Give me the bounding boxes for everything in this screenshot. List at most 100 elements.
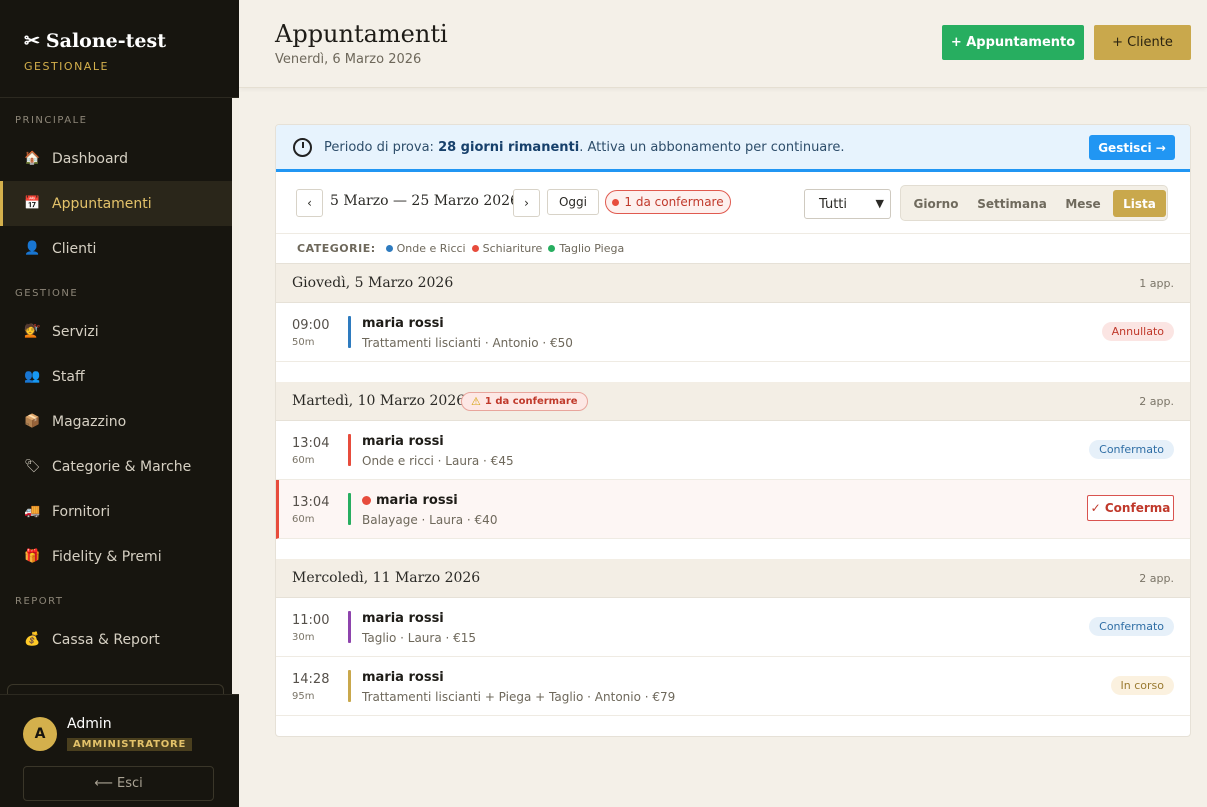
- appointment-duration: 60m: [292, 514, 315, 525]
- calendar-icon: 📅: [24, 196, 41, 211]
- status-badge: In corso: [1110, 676, 1174, 695]
- category-name: Onde e Ricci: [396, 242, 466, 255]
- new-appointment-button[interactable]: + Appuntamento: [942, 25, 1084, 60]
- sidebar-item-label: Fidelity & Premi: [52, 548, 162, 565]
- appointment-details: Onde e ricci · Laura · €45: [362, 454, 514, 468]
- current-date: Venerdì, 6 Marzo 2026: [275, 52, 422, 67]
- category-name: Schiariture: [482, 242, 543, 255]
- logout-button[interactable]: ⟵ Esci: [23, 766, 214, 801]
- client-name: maria rossi: [362, 611, 444, 626]
- day-count: 2 app.: [1139, 572, 1174, 585]
- category-color-bar: [348, 316, 351, 348]
- next-range-button[interactable]: ›: [513, 189, 540, 217]
- appointment-row-pending[interactable]: 13:04 60m maria rossi Balayage · Laura ·…: [276, 480, 1190, 539]
- client-name: maria rossi: [362, 434, 444, 449]
- sidebar-item-cassa[interactable]: 💰 Cassa & Report: [0, 617, 232, 662]
- view-month-button[interactable]: Mese: [1057, 190, 1109, 217]
- category-color-bar: [348, 670, 351, 702]
- trial-days: 28 giorni rimanenti: [438, 139, 580, 155]
- sidebar-item-staff[interactable]: 👥 Staff: [0, 354, 232, 399]
- sidebar-item-appuntamenti[interactable]: 📅 Appuntamenti: [0, 181, 232, 226]
- day-header: Martedì, 10 Marzo 2026 ⚠ 1 da confermare…: [276, 382, 1190, 421]
- manage-subscription-button[interactable]: Gestisci →: [1089, 135, 1175, 160]
- sidebar-item-servizi[interactable]: 💇 Servizi: [0, 309, 232, 354]
- view-day-button[interactable]: Giorno: [905, 190, 967, 217]
- today-button[interactable]: Oggi: [547, 189, 599, 215]
- nav-section-report: REPORT: [15, 596, 64, 607]
- status-badge: Confermato: [1089, 440, 1174, 459]
- appointment-row[interactable]: 13:04 60m maria rossi Onde e ricci · Lau…: [276, 421, 1190, 480]
- pending-filter-button[interactable]: 1 da confermare: [605, 190, 731, 214]
- select-value: Tutti: [819, 196, 848, 212]
- staff-filter-select[interactable]: Tutti ▼: [804, 189, 891, 219]
- nav-section-gestione: GESTIONE: [15, 288, 79, 299]
- trial-prefix: Periodo di prova:: [324, 139, 439, 155]
- sidebar-item-label: Categorie & Marche: [52, 458, 192, 475]
- pending-warning-badge: ⚠ 1 da confermare: [461, 392, 588, 411]
- view-list-button[interactable]: Lista: [1113, 190, 1166, 217]
- prev-range-button[interactable]: ‹: [296, 189, 323, 217]
- avatar: A: [23, 717, 57, 751]
- day-title: Giovedì, 5 Marzo 2026: [292, 275, 454, 291]
- chevron-down-icon: ▼: [875, 197, 884, 210]
- appointment-time: 13:04: [292, 495, 330, 510]
- sidebar-item-label: Fornitori: [52, 503, 111, 520]
- page-header: Appuntamenti Venerdì, 6 Marzo 2026 + App…: [239, 0, 1207, 88]
- scissors-icon: ✂: [24, 30, 40, 52]
- client-name: maria rossi: [376, 493, 458, 508]
- confirm-appointment-button[interactable]: ✓ Conferma: [1087, 495, 1174, 521]
- day-title: Mercoledì, 11 Marzo 2026: [292, 570, 481, 586]
- brand-title[interactable]: ✂ Salone-test: [24, 30, 239, 52]
- pending-dot-icon: [362, 496, 371, 505]
- money-bag-icon: 💰: [24, 632, 41, 647]
- sidebar-item-dashboard[interactable]: 🏠 Dashboard: [0, 136, 232, 181]
- clock-icon: [293, 137, 312, 157]
- categories-label: CATEGORIE:: [297, 242, 376, 255]
- user-icon: 👤: [24, 241, 41, 256]
- haircut-icon: 💇: [24, 324, 41, 339]
- appointment-client: maria rossi: [362, 434, 444, 449]
- sidebar-item-label: Cassa & Report: [52, 631, 160, 648]
- appointment-duration: 95m: [292, 691, 315, 702]
- appointment-client: maria rossi: [362, 316, 444, 331]
- day-spacer: [276, 539, 1190, 559]
- sidebar-item-magazzino[interactable]: 📦 Magazzino: [0, 399, 232, 444]
- sidebar-item-fidelity[interactable]: 🎁 Fidelity & Premi: [0, 534, 232, 579]
- warning-label: 1 da confermare: [484, 396, 578, 407]
- appointment-client: maria rossi: [362, 493, 458, 508]
- day-count: 2 app.: [1139, 395, 1174, 408]
- category-dot: [385, 245, 393, 252]
- category-item: Taglio Piega: [548, 242, 624, 255]
- category-name: Taglio Piega: [559, 242, 625, 255]
- appointments-card: Periodo di prova: 28 giorni rimanenti. A…: [275, 124, 1191, 737]
- category-color-bar: [348, 493, 351, 525]
- category-color-bar: [348, 611, 351, 643]
- category-dot: [548, 245, 556, 252]
- sidebar-scrollbar[interactable]: [232, 98, 239, 694]
- appointment-row[interactable]: 11:00 30m maria rossi Taglio · Laura · €…: [276, 598, 1190, 657]
- users-icon: 👥: [24, 369, 41, 384]
- box-icon: 📦: [24, 414, 41, 429]
- appointment-row[interactable]: 09:00 50m maria rossi Trattamenti liscia…: [276, 303, 1190, 362]
- sidebar-item-label: Magazzino: [52, 413, 127, 430]
- sidebar-item-fornitori[interactable]: 🚚 Fornitori: [0, 489, 232, 534]
- client-name: maria rossi: [362, 670, 444, 685]
- day-header: Mercoledì, 11 Marzo 2026 2 app.: [276, 559, 1190, 598]
- truck-icon: 🚚: [24, 504, 41, 519]
- appointment-duration: 50m: [292, 337, 315, 348]
- status-badge: Confermato: [1089, 617, 1174, 636]
- categories-legend: CATEGORIE: Onde e Ricci Schiariture Tagl…: [276, 234, 1190, 264]
- view-week-button[interactable]: Settimana: [971, 190, 1053, 217]
- new-client-button[interactable]: + Cliente: [1094, 25, 1191, 60]
- category-dot: [471, 245, 479, 252]
- sidebar-item-categorie[interactable]: 🏷 Categorie & Marche: [0, 444, 232, 489]
- category-item: Onde e Ricci: [385, 242, 466, 255]
- trial-text: Periodo di prova: 28 giorni rimanenti. A…: [324, 140, 844, 155]
- sidebar-item-clienti[interactable]: 👤 Clienti: [0, 226, 232, 271]
- trial-banner: Periodo di prova: 28 giorni rimanenti. A…: [276, 125, 1190, 172]
- brand: ✂ Salone-test GESTIONALE: [0, 0, 239, 98]
- appointment-row[interactable]: 14:28 95m maria rossi Trattamenti liscia…: [276, 657, 1190, 716]
- sidebar-item-label: Staff: [52, 368, 85, 385]
- appointment-duration: 60m: [292, 455, 315, 466]
- sidebar-nav: PRINCIPALE 🏠 Dashboard 📅 Appuntamenti 👤 …: [0, 98, 232, 662]
